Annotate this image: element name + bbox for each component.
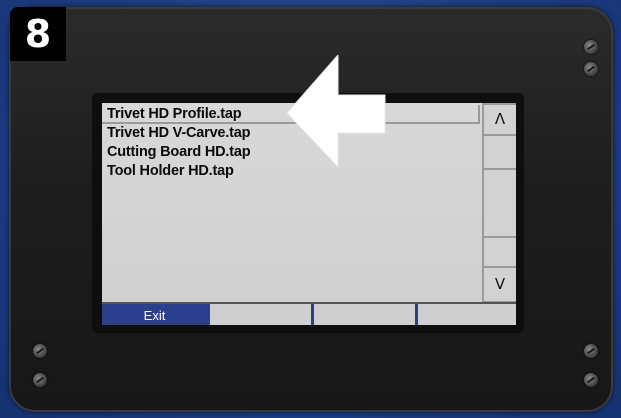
exit-button[interactable]: Exit: [102, 304, 210, 325]
chevron-down-icon: V: [494, 275, 506, 293]
scroll-thumb[interactable]: [482, 168, 516, 238]
screw-icon: [584, 40, 598, 54]
softkey-2[interactable]: [210, 304, 314, 325]
scroll-down-button[interactable]: V: [482, 266, 516, 303]
scroll-column: Λ V: [482, 103, 516, 303]
chevron-up-icon: Λ: [494, 110, 506, 128]
screw-icon: [584, 62, 598, 76]
exit-button-label: Exit: [143, 308, 166, 323]
softkey-3[interactable]: [314, 304, 418, 325]
softkey-4[interactable]: [418, 304, 516, 325]
scroll-track-segment[interactable]: [482, 134, 516, 170]
scroll-track-segment[interactable]: [482, 236, 516, 268]
scroll-up-button[interactable]: Λ: [482, 103, 516, 136]
screw-icon: [584, 373, 598, 387]
left-arrow-icon: [287, 55, 386, 167]
screw-icon: [584, 344, 598, 358]
screw-icon: [33, 373, 47, 387]
softkey-bar: Exit: [102, 302, 516, 325]
step-number-badge: 8: [10, 7, 66, 61]
background-panel: 8 Trivet HD Profile.tap Trivet HD V-Carv…: [0, 0, 621, 418]
screw-icon: [33, 344, 47, 358]
